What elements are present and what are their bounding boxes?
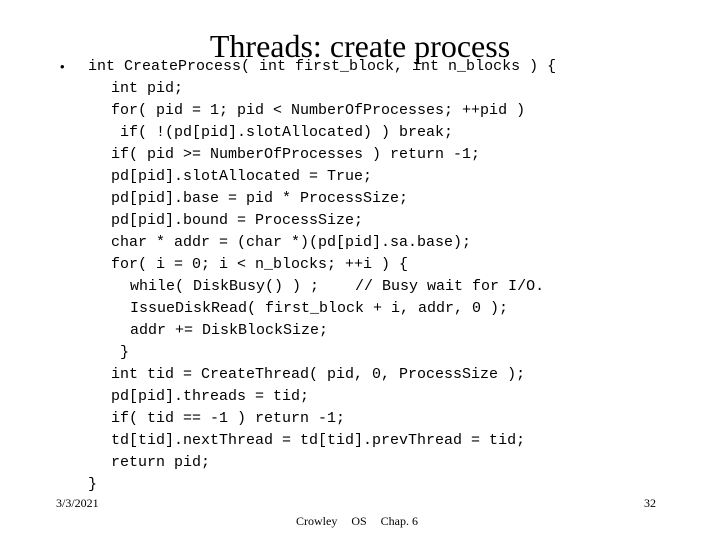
bullet-icon: • <box>60 59 65 74</box>
code-line: return pid; <box>60 452 710 474</box>
code-line: for( i = 0; i < n_blocks; ++i ) { <box>60 254 710 276</box>
footer-center-group: Crowley OS Chap. 6 <box>278 494 418 540</box>
code-line: pd[pid].slotAllocated = True; <box>60 166 710 188</box>
footer-page-number: 32 <box>644 496 656 510</box>
code-line: pd[pid].bound = ProcessSize; <box>60 210 710 232</box>
code-line-text: if( pid >= NumberOfProcesses ) return -1… <box>111 146 481 163</box>
code-line-text: if( tid == -1 ) return -1; <box>111 410 346 427</box>
code-line-text: } <box>120 344 130 361</box>
code-line-text: return pid; <box>111 454 211 471</box>
code-line-text: IssueDiskRead( first_block + i, addr, 0 … <box>130 300 509 317</box>
footer-course: OS <box>351 514 367 528</box>
code-line: if( !(pd[pid].slotAllocated) ) break; <box>60 122 710 144</box>
code-line-text: pd[pid].bound = ProcessSize; <box>111 212 364 229</box>
code-line: } <box>60 474 710 496</box>
code-block: • int CreateProcess( int first_block, int… <box>60 56 710 496</box>
footer-chapter: Chap. 6 <box>380 514 419 528</box>
code-line: IssueDiskRead( first_block + i, addr, 0 … <box>60 298 710 320</box>
code-line: } <box>60 342 710 364</box>
code-line: while( DiskBusy() ) ; // Busy wait for I… <box>60 276 710 298</box>
code-line: int tid = CreateThread( pid, 0, ProcessS… <box>60 364 710 386</box>
code-line: pd[pid].base = pid * ProcessSize; <box>60 188 710 210</box>
code-line: char * addr = (char *)(pd[pid].sa.base); <box>60 232 710 254</box>
code-line: addr += DiskBlockSize; <box>60 320 710 342</box>
code-line-text: pd[pid].slotAllocated = True; <box>111 168 373 185</box>
code-line: if( pid >= NumberOfProcesses ) return -1… <box>60 144 710 166</box>
code-line-text: if( !(pd[pid].slotAllocated) ) break; <box>120 124 454 141</box>
code-line-text: } <box>88 476 98 493</box>
footer-date: 3/3/2021 <box>56 496 99 510</box>
code-line-text: for( pid = 1; pid < NumberOfProcesses; +… <box>111 102 526 119</box>
code-line: td[tid].nextThread = td[tid].prevThread … <box>60 430 710 452</box>
code-line-text: int tid = CreateThread( pid, 0, ProcessS… <box>111 366 526 383</box>
code-line-text: int CreateProcess( int first_block, int … <box>88 58 557 75</box>
footer-author: Crowley <box>296 514 338 528</box>
code-line-text: td[tid].nextThread = td[tid].prevThread … <box>111 432 526 449</box>
code-line-text: addr += DiskBlockSize; <box>130 322 329 339</box>
code-line-text: pd[pid].threads = tid; <box>111 388 310 405</box>
code-line-text: for( i = 0; i < n_blocks; ++i ) { <box>111 256 409 273</box>
code-line-text: char * addr = (char *)(pd[pid].sa.base); <box>111 234 472 251</box>
code-line-text: pd[pid].base = pid * ProcessSize; <box>111 190 409 207</box>
code-line-text: int pid; <box>111 80 184 97</box>
code-line: int pid; <box>60 78 710 100</box>
code-line: if( tid == -1 ) return -1; <box>60 408 710 430</box>
code-line: for( pid = 1; pid < NumberOfProcesses; +… <box>60 100 710 122</box>
code-line: • int CreateProcess( int first_block, int… <box>60 56 710 78</box>
slide-footer: 3/3/2021 Crowley OS Chap. 6 32 <box>0 494 720 528</box>
slide: Threads: create process • int CreateProce… <box>0 0 720 540</box>
code-line-text: while( DiskBusy() ) ; // Busy wait for I… <box>130 278 545 295</box>
code-line: pd[pid].threads = tid; <box>60 386 710 408</box>
